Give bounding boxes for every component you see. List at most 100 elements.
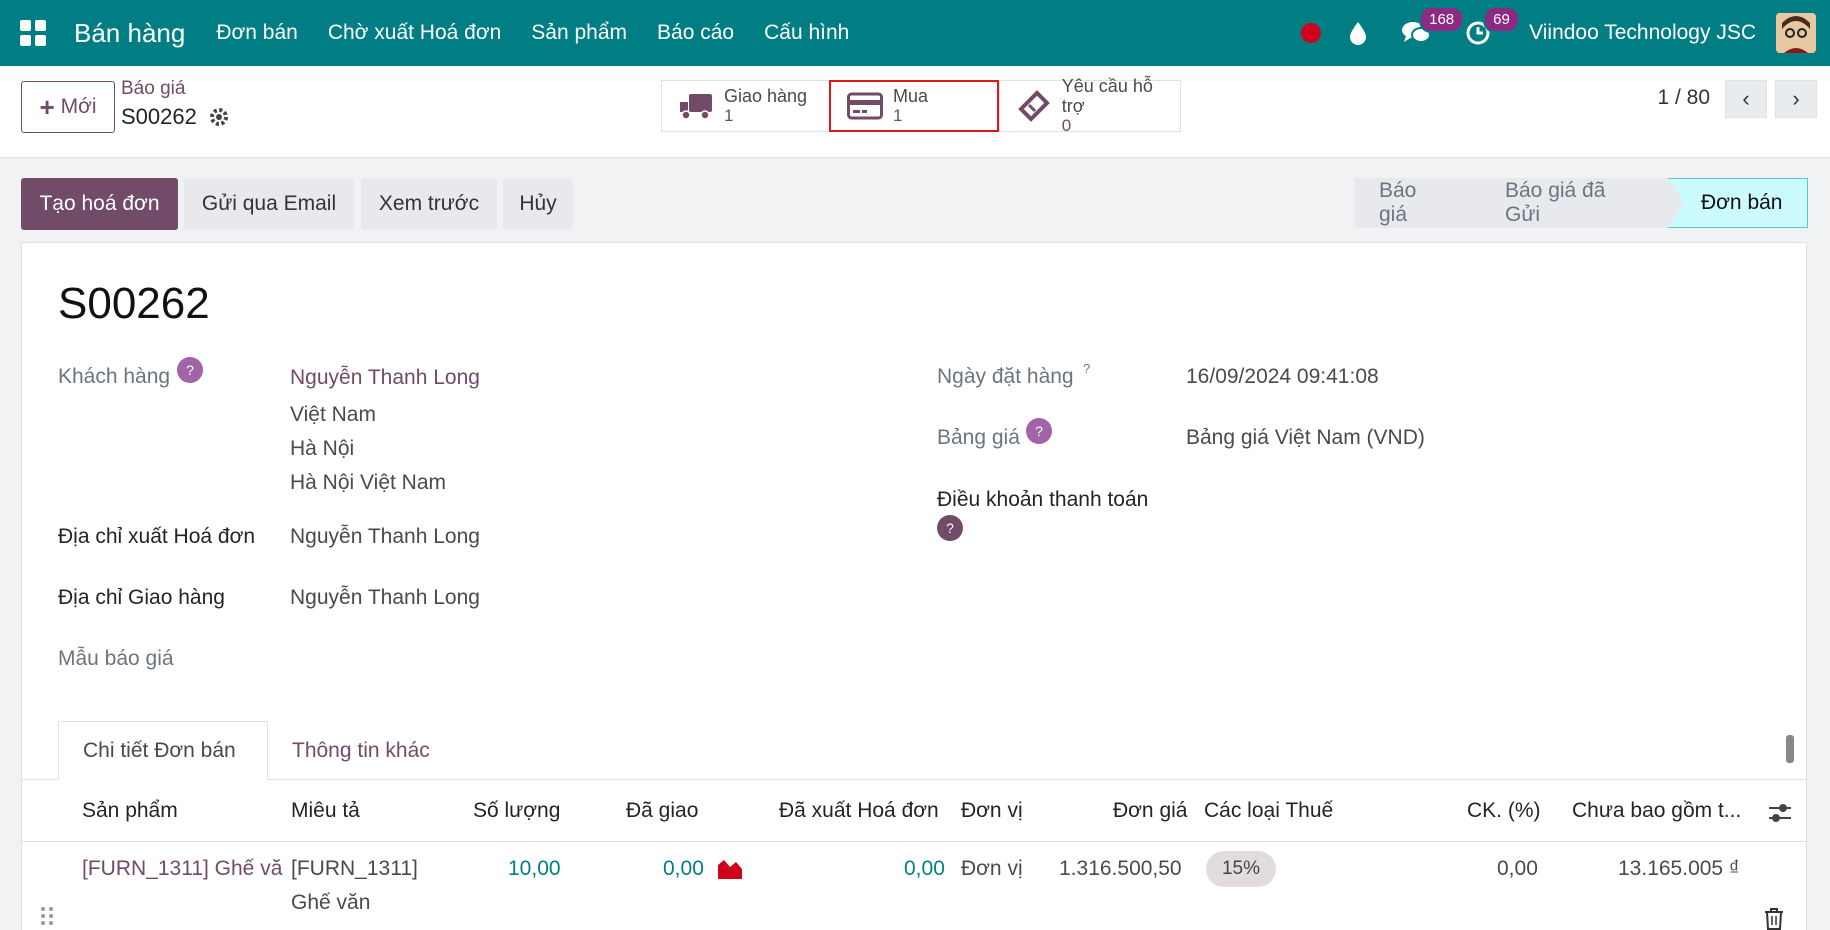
menu-item-reporting[interactable]: Báo cáo [642, 21, 749, 45]
stage-label: Báo giá đã Gửi [1505, 179, 1606, 226]
tab-order-lines[interactable]: Chi tiết Đơn bán [58, 721, 268, 780]
row-description-line[interactable]: [FURN_1311] [291, 857, 418, 881]
customer-address-line: Hà Nội Việt Nam [290, 471, 447, 494]
form-sheet: S00262 Khách hàng ? Nguyễn Thanh Long Vi… [21, 242, 1808, 930]
row-invoiced: 0,00 [904, 857, 945, 880]
stage-sales-order[interactable]: Đơn bán [1668, 178, 1808, 228]
smart-button-value: 1 [893, 106, 903, 125]
customer-label: Khách hàng [58, 365, 171, 388]
column-header-unit-price[interactable]: Đơn giá [1113, 799, 1187, 823]
row-discount[interactable]: 0,00 [1497, 857, 1538, 881]
payment-terms-label: Điều khoản thanh toán [937, 488, 1149, 511]
column-header-taxes[interactable]: Các loại Thuế [1204, 799, 1333, 823]
app-brand[interactable]: Bán hàng [74, 18, 185, 49]
stage-quotation-sent[interactable]: Báo giá đã Gửi [1473, 178, 1684, 228]
quote-template-label: Mẫu báo giá [58, 647, 174, 670]
smart-button-purchase[interactable]: Mua 1 [829, 80, 999, 132]
create-invoice-button[interactable]: Tạo hoá đơn [21, 178, 178, 230]
drag-handle-icon[interactable] [40, 905, 54, 930]
gear-icon[interactable] [208, 106, 230, 134]
row-product[interactable]: [FURN_1311] Ghế vă [82, 857, 282, 881]
drop-icon[interactable] [1349, 21, 1367, 45]
invoice-address-field[interactable]: Nguyễn Thanh Long [290, 525, 480, 549]
main-menu: Đơn bán Chờ xuất Hoá đơn Sản phẩm Báo cá… [201, 21, 864, 45]
row-description-line[interactable]: Ghế văn [291, 891, 370, 915]
pager-next-button[interactable]: › [1775, 80, 1817, 118]
forecast-chart-icon[interactable] [717, 857, 743, 885]
row-delivered: 0,00 [663, 857, 704, 880]
smart-button-label: Giao hàng [724, 86, 808, 106]
pricelist-field[interactable]: Bảng giá Việt Nam (VND) [1186, 426, 1425, 450]
stage-quotation[interactable]: Báo giá [1355, 178, 1489, 228]
customer-field[interactable]: Nguyễn Thanh Long [290, 366, 480, 390]
column-header-quantity[interactable]: Số lượng [473, 799, 560, 823]
send-email-button[interactable]: Gửi qua Email [184, 178, 354, 230]
pricelist-label: Bảng giá [937, 426, 1020, 449]
breadcrumb-current: S00262 [121, 104, 197, 129]
pager-value[interactable]: 1 / 80 [1657, 86, 1710, 110]
column-header-uom[interactable]: Đơn vị [961, 799, 1023, 823]
order-date-label: Ngày đặt hàng [937, 365, 1074, 388]
smart-button-label: Mua [893, 86, 929, 106]
menu-item-orders[interactable]: Đơn bán [201, 21, 313, 45]
app-menu-icon[interactable] [20, 20, 46, 46]
column-header-invoiced[interactable]: Đã xuất Hoá đơn [779, 799, 939, 823]
ticket-icon [1014, 89, 1054, 123]
column-header-subtotal[interactable]: Chưa bao gồm t... [1572, 799, 1752, 823]
preview-button[interactable]: Xem trước [361, 178, 497, 230]
smart-button-delivery[interactable]: Giao hàng 1 [661, 80, 831, 132]
help-icon[interactable]: ? [937, 515, 963, 541]
tab-other-info[interactable]: Thông tin khác [268, 721, 454, 780]
top-navbar: Bán hàng Đơn bán Chờ xuất Hoá đơn Sản ph… [0, 0, 1830, 66]
customer-address-line: Việt Nam [290, 403, 376, 426]
delivery-address-field[interactable]: Nguyễn Thanh Long [290, 586, 480, 610]
chevron-right-icon: › [1792, 86, 1800, 111]
table-header-divider [22, 841, 1808, 842]
row-subtotal: 13.165.005 ₫ [1618, 857, 1740, 880]
messages-icon[interactable]: 168 [1401, 6, 1465, 46]
column-header-discount[interactable]: CK. (%) [1467, 799, 1541, 823]
breadcrumb-parent[interactable]: Báo giá [121, 78, 185, 100]
optional-columns-icon[interactable] [1767, 801, 1793, 831]
column-header-product[interactable]: Sản phẩm [82, 799, 178, 823]
new-button-label: Mới [60, 95, 97, 118]
pager-previous-button[interactable]: ‹ [1725, 80, 1767, 118]
activities-badge: 69 [1483, 6, 1520, 33]
help-icon[interactable]: ? [1083, 361, 1090, 376]
user-avatar[interactable] [1776, 13, 1816, 53]
delivery-address-label: Địa chỉ Giao hàng [58, 586, 225, 609]
cancel-button[interactable]: Hủy [503, 178, 573, 230]
menu-item-configuration[interactable]: Cấu hình [749, 21, 864, 45]
company-switcher[interactable]: Viindoo Technology JSC [1529, 21, 1756, 45]
record-dot-icon[interactable] [1301, 23, 1322, 43]
row-quantity[interactable]: 10,00 [508, 857, 561, 881]
status-bar: Báo giá Báo giá đã Gửi Đơn bán [1355, 178, 1808, 228]
trash-icon[interactable] [1764, 907, 1784, 930]
messages-badge: 168 [1419, 6, 1465, 33]
truck-icon [676, 92, 716, 120]
help-icon[interactable]: ? [1026, 418, 1052, 444]
tax-tag[interactable]: 15% [1206, 851, 1276, 887]
column-header-delivered[interactable]: Đã giao [626, 799, 698, 823]
credit-card-icon [845, 92, 885, 120]
chevron-left-icon: ‹ [1742, 86, 1750, 111]
stage-label: Báo giá [1379, 179, 1417, 226]
column-header-description[interactable]: Miêu tả [291, 799, 360, 823]
customer-address-line: Hà Nội [290, 437, 355, 460]
smart-button-helpdesk[interactable]: Yêu cầu hỗ trợ 0 [999, 76, 1181, 135]
activities-icon[interactable]: 69 [1465, 6, 1520, 46]
smart-button-value: 0 [1061, 116, 1072, 135]
invoice-address-label: Địa chỉ xuất Hoá đơn [58, 525, 256, 548]
new-button[interactable]: + Mới [21, 81, 115, 133]
stage-label: Đơn bán [1701, 191, 1783, 214]
menu-item-to-invoice[interactable]: Chờ xuất Hoá đơn [313, 21, 516, 45]
row-uom[interactable]: Đơn vị [961, 857, 1023, 881]
smart-button-label: Yêu cầu hỗ trợ [1061, 76, 1153, 116]
scrollbar[interactable] [1786, 735, 1794, 763]
order-date-field[interactable]: 16/09/2024 09:41:08 [1186, 365, 1379, 389]
help-icon[interactable]: ? [177, 357, 203, 383]
plus-icon: + [39, 91, 55, 122]
menu-item-products[interactable]: Sản phẩm [516, 21, 642, 45]
tabs-divider [22, 779, 1808, 780]
row-unit-price[interactable]: 1.316.500,50 [1059, 857, 1182, 881]
